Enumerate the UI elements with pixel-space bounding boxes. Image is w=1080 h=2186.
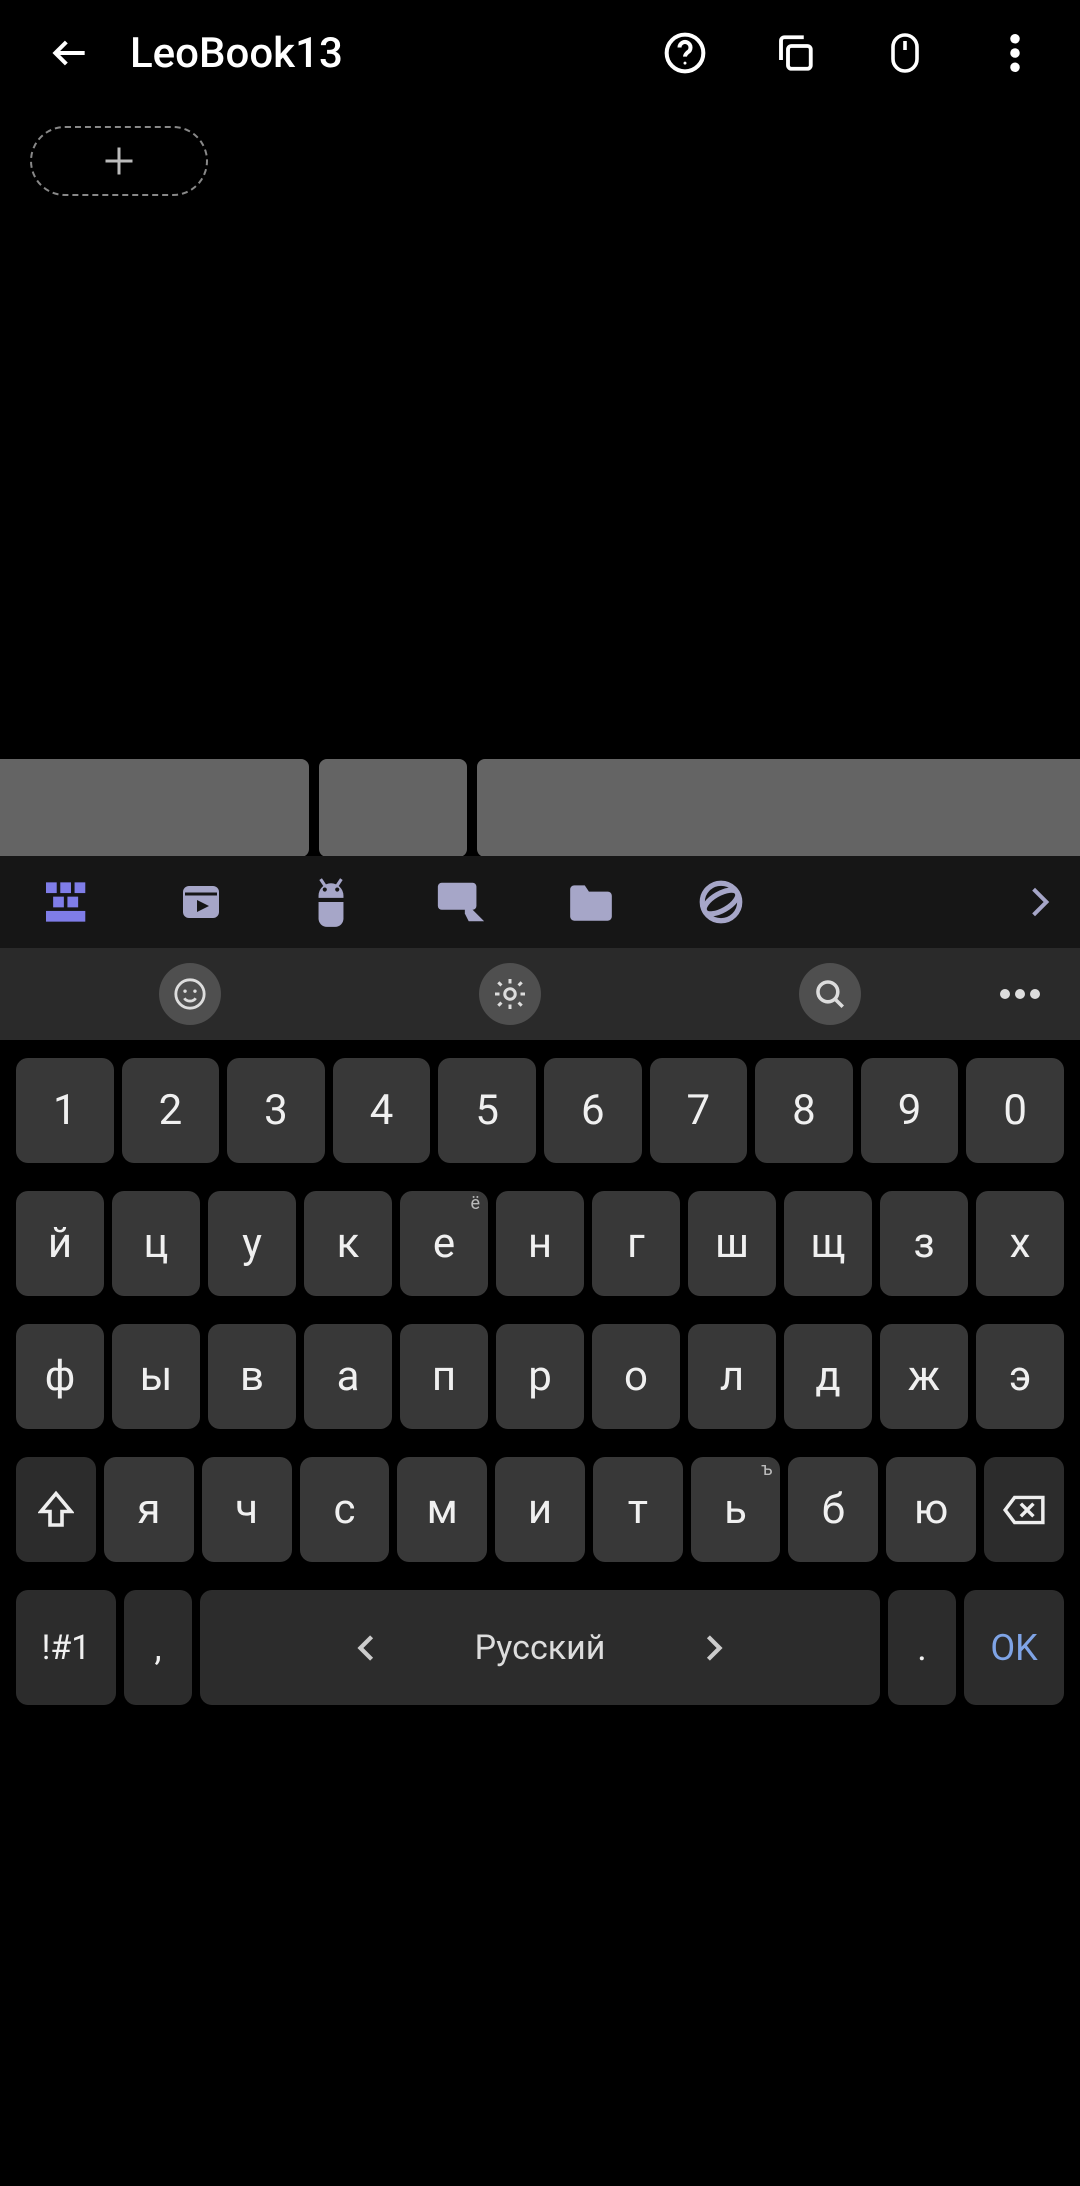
key-4[interactable]: 4 (333, 1058, 431, 1163)
chevron-right-icon (705, 1634, 723, 1662)
key-3[interactable]: 3 (227, 1058, 325, 1163)
key-у[interactable]: у (208, 1191, 296, 1296)
comma-key[interactable]: , (124, 1590, 192, 1705)
period-key[interactable]: . (888, 1590, 956, 1705)
key-к[interactable]: к (304, 1191, 392, 1296)
keyboard-switch-icon[interactable] (40, 871, 102, 933)
key-ц[interactable]: ц (112, 1191, 200, 1296)
key-6[interactable]: 6 (544, 1058, 642, 1163)
key-1[interactable]: 1 (16, 1058, 114, 1163)
key-а[interactable]: а (304, 1324, 392, 1429)
keyboard-row-bottom: !#1 , Русский . OK (16, 1590, 1064, 1705)
key-ш[interactable]: ш (688, 1191, 776, 1296)
main-area (0, 106, 1080, 196)
add-button[interactable] (30, 126, 208, 196)
overflow-menu-button[interactable] (980, 18, 1050, 88)
suggestion-slot[interactable] (477, 759, 1080, 857)
key-п[interactable]: п (400, 1324, 488, 1429)
key-ф[interactable]: ф (16, 1324, 104, 1429)
key-5[interactable]: 5 (438, 1058, 536, 1163)
ok-key[interactable]: OK (964, 1590, 1064, 1705)
suggestion-slot[interactable] (0, 759, 309, 857)
key-д[interactable]: д (784, 1324, 872, 1429)
keyboard-row-3: ячсмитьъбю (16, 1457, 1064, 1562)
keyboard-zone: 1234567890 йцукеёнгшщзх фывапролджэ ячсм… (0, 856, 1080, 2186)
taskbar-more-icon[interactable] (1020, 871, 1060, 933)
emoji-button[interactable] (159, 963, 221, 1025)
key-ы[interactable]: ы (112, 1324, 200, 1429)
keyboard-toolbar (0, 948, 1080, 1040)
key-н[interactable]: н (496, 1191, 584, 1296)
key-и[interactable]: и (495, 1457, 585, 1562)
chevron-left-icon (357, 1634, 375, 1662)
key-9[interactable]: 9 (861, 1058, 959, 1163)
help-button[interactable] (650, 18, 720, 88)
key-б[interactable]: б (788, 1457, 878, 1562)
back-button[interactable] (40, 23, 100, 83)
key-х[interactable]: х (976, 1191, 1064, 1296)
key-э[interactable]: э (976, 1324, 1064, 1429)
folder-icon[interactable] (560, 871, 622, 933)
key-0[interactable]: 0 (966, 1058, 1064, 1163)
keyboard-row-1: йцукеёнгшщзх (16, 1191, 1064, 1296)
key-т[interactable]: т (593, 1457, 683, 1562)
key-7[interactable]: 7 (650, 1058, 748, 1163)
page-title: LeoBook13 (130, 29, 343, 78)
key-в[interactable]: в (208, 1324, 296, 1429)
key-8[interactable]: 8 (755, 1058, 853, 1163)
taskbar (0, 856, 1080, 948)
spacebar-label: Русский (475, 1628, 606, 1668)
browser-icon[interactable] (690, 871, 752, 933)
copy-button[interactable] (760, 18, 830, 88)
key-р[interactable]: р (496, 1324, 584, 1429)
key-щ[interactable]: щ (784, 1191, 872, 1296)
key-л[interactable]: л (688, 1324, 776, 1429)
key-ь[interactable]: ьъ (691, 1457, 781, 1562)
keyboard-row-2: фывапролджэ (16, 1324, 1064, 1429)
shift-key[interactable] (16, 1457, 96, 1562)
suggestion-bar (0, 759, 1080, 857)
keyboard-row-numbers: 1234567890 (16, 1058, 1064, 1163)
key-я[interactable]: я (104, 1457, 194, 1562)
search-button[interactable] (799, 963, 861, 1025)
key-2[interactable]: 2 (122, 1058, 220, 1163)
android-app-icon[interactable] (300, 871, 362, 933)
key-е[interactable]: её (400, 1191, 488, 1296)
video-app-icon[interactable] (170, 871, 232, 933)
mouse-button[interactable] (870, 18, 940, 88)
settings-button[interactable] (479, 963, 541, 1025)
key-г[interactable]: г (592, 1191, 680, 1296)
key-ж[interactable]: ж (880, 1324, 968, 1429)
backspace-key[interactable] (984, 1457, 1064, 1562)
key-м[interactable]: м (397, 1457, 487, 1562)
key-с[interactable]: с (300, 1457, 390, 1562)
key-ч[interactable]: ч (202, 1457, 292, 1562)
symbols-key[interactable]: !#1 (16, 1590, 116, 1705)
keyboard-more-button[interactable] (990, 989, 1050, 999)
key-з[interactable]: з (880, 1191, 968, 1296)
spacebar-key[interactable]: Русский (200, 1590, 880, 1705)
key-о[interactable]: о (592, 1324, 680, 1429)
appbar: LeoBook13 (0, 0, 1080, 106)
suggestion-slot[interactable] (319, 759, 467, 857)
key-ю[interactable]: ю (886, 1457, 976, 1562)
key-й[interactable]: й (16, 1191, 104, 1296)
gesture-navbar (0, 2146, 1080, 2186)
screen-share-icon[interactable] (430, 871, 492, 933)
